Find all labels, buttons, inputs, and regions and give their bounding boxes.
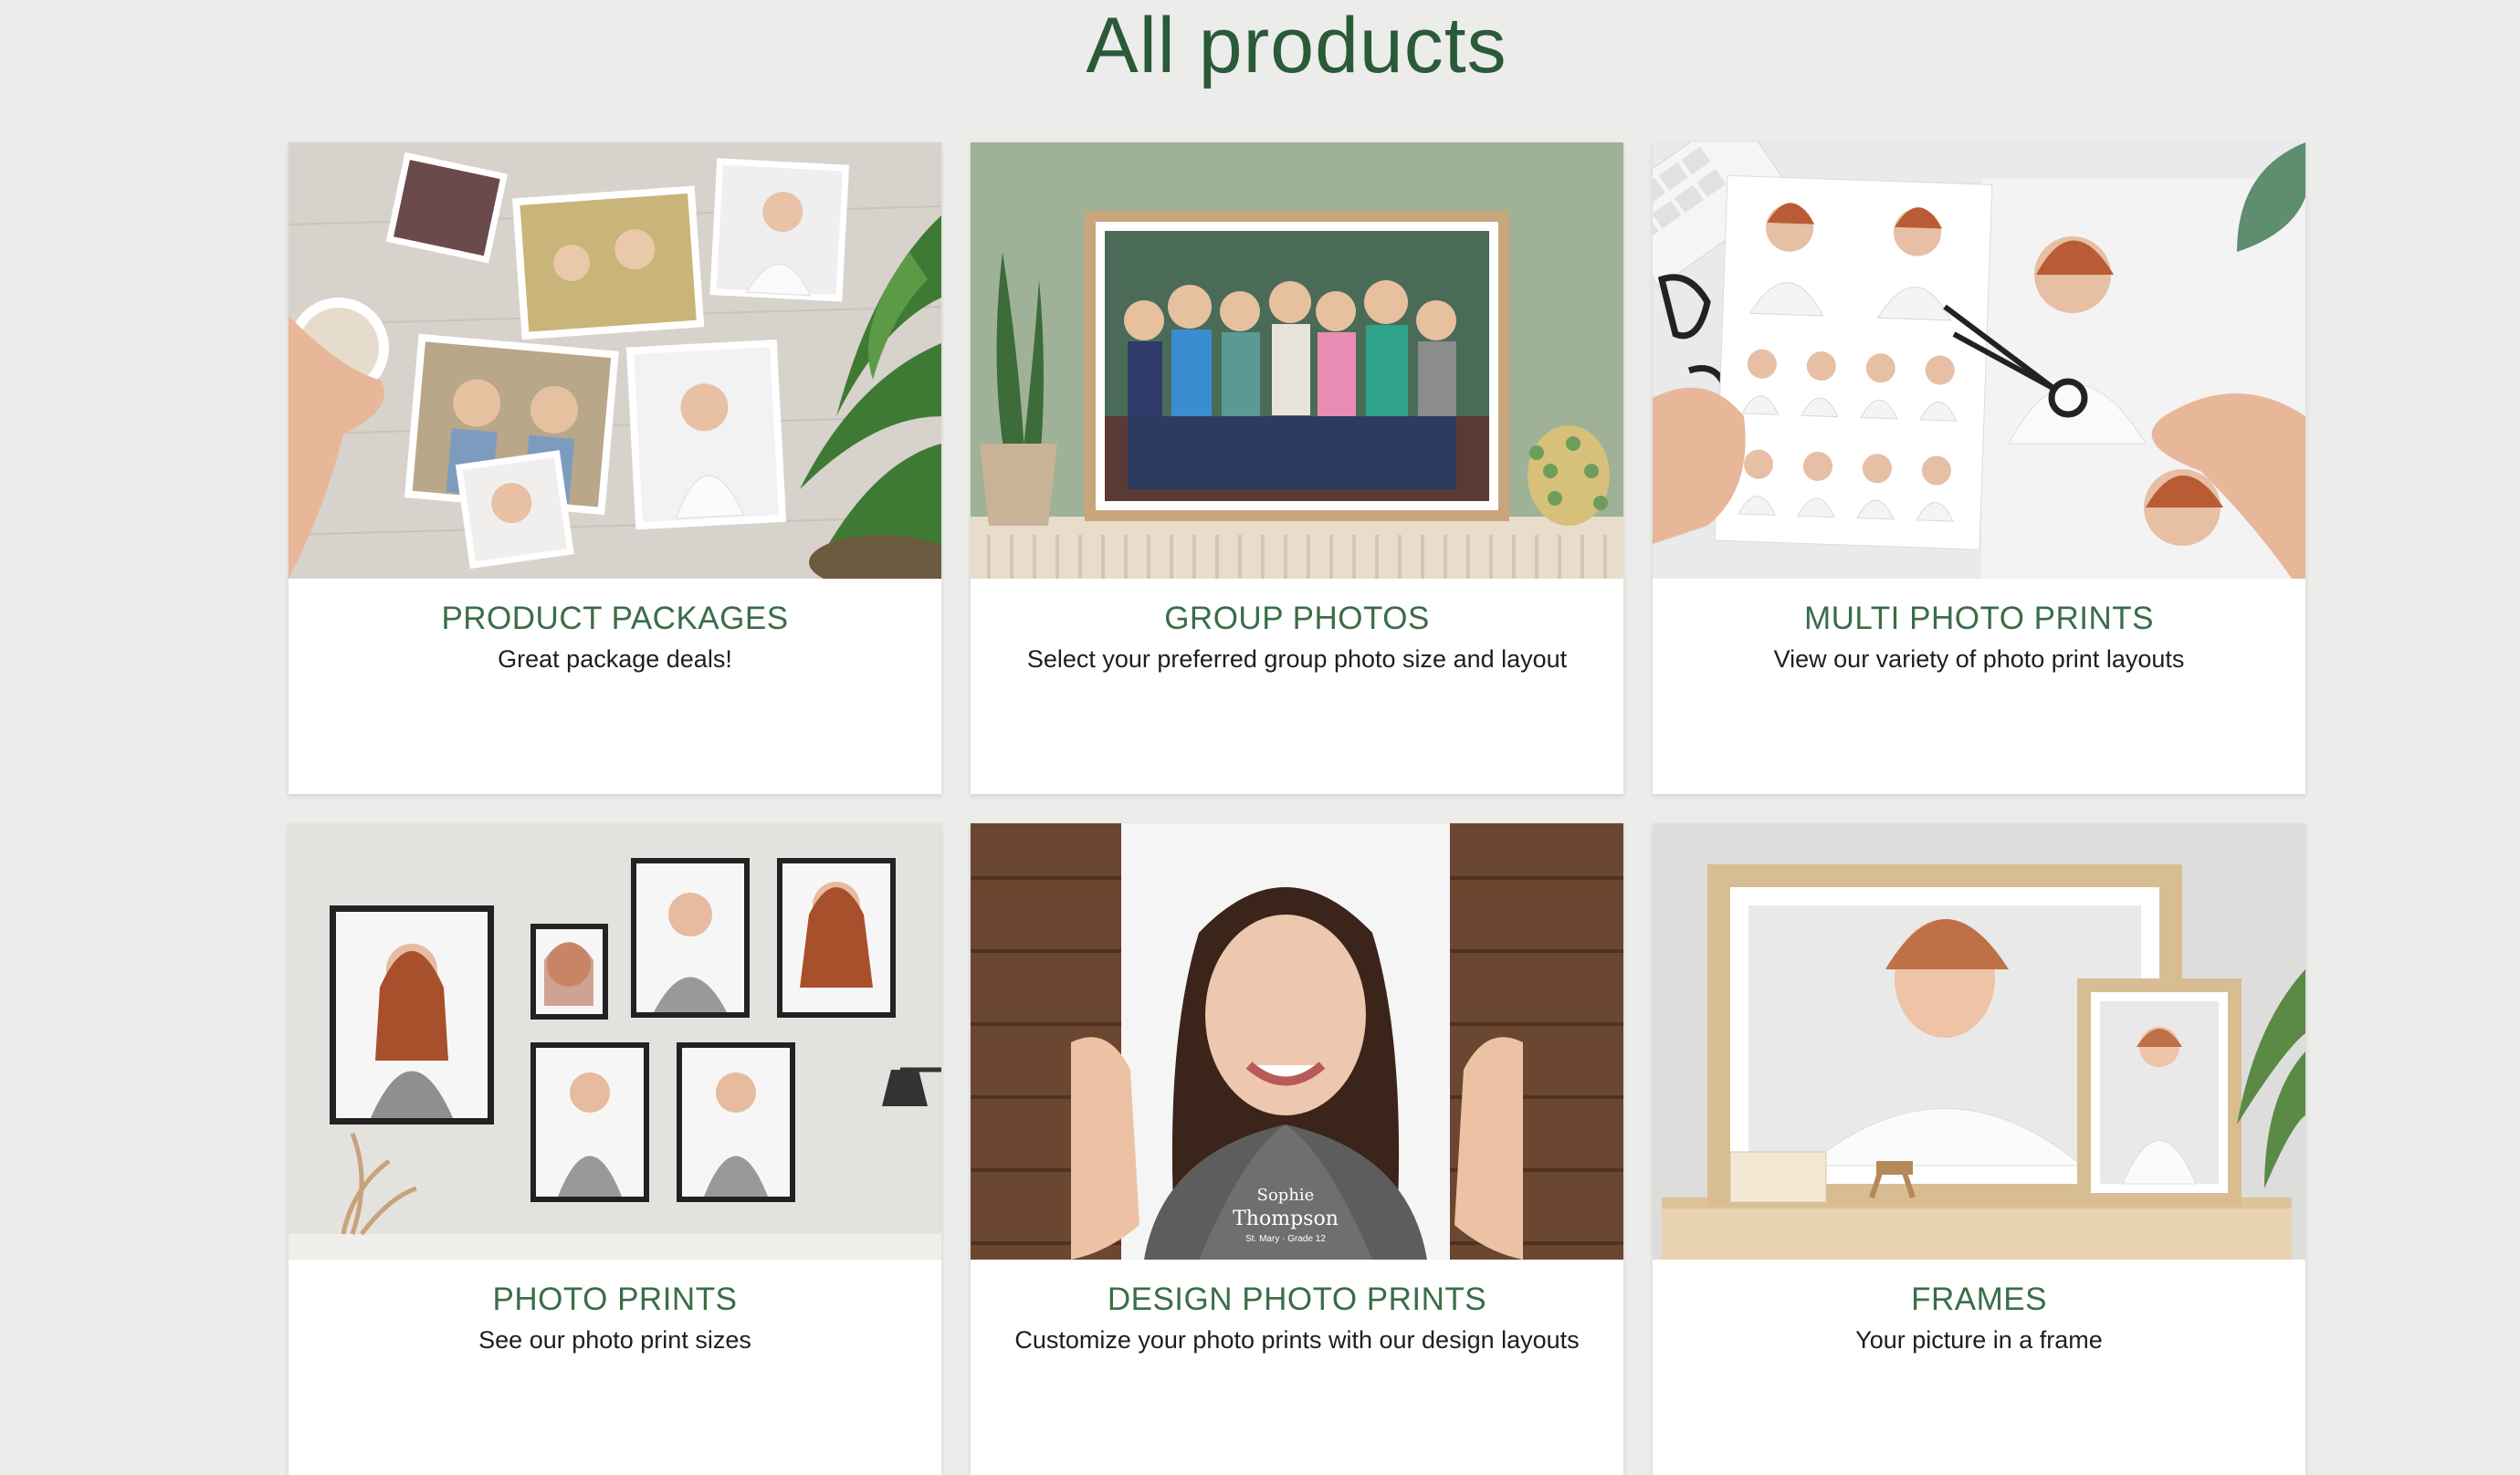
product-packages-image[interactable] <box>289 142 941 579</box>
product-card-frames[interactable]: FRAMES Your picture in a frame <box>1653 823 2305 1475</box>
multi-photo-prints-image[interactable] <box>1653 142 2305 579</box>
design-last-name: Thompson <box>1233 1208 1339 1230</box>
product-card-title[interactable]: MULTI PHOTO PRINTS <box>1653 599 2305 639</box>
product-card-title[interactable]: PRODUCT PACKAGES <box>289 599 941 639</box>
design-subtitle: St. Mary · Grade 12 <box>1245 1234 1326 1244</box>
product-card-description: Your picture in a frame <box>1855 1326 2103 1354</box>
product-card-title[interactable]: GROUP PHOTOS <box>971 599 1623 639</box>
design-photo-prints-image[interactable]: Sophie Thompson St. Mary · Grade 12 <box>971 823 1623 1260</box>
product-card-title[interactable]: DESIGN PHOTO PRINTS <box>971 1280 1623 1320</box>
product-card-description: View our variety of photo print layouts <box>1773 645 2185 673</box>
product-card-description: Customize your photo prints with our des… <box>1014 1326 1580 1354</box>
product-grid: PRODUCT PACKAGES Great package deals! GR… <box>289 142 2305 1475</box>
product-card-title[interactable]: FRAMES <box>1653 1280 2305 1320</box>
product-card-product-packages[interactable]: PRODUCT PACKAGES Great package deals! <box>289 142 941 794</box>
group-photos-image[interactable] <box>971 142 1623 579</box>
product-card-photo-prints[interactable]: PHOTO PRINTS See our photo print sizes <box>289 823 941 1475</box>
design-first-name: Sophie <box>1257 1186 1315 1205</box>
product-card-design-photo-prints[interactable]: Sophie Thompson St. Mary · Grade 12 DESI… <box>971 823 1623 1475</box>
product-card-multi-photo-prints[interactable]: MULTI PHOTO PRINTS View our variety of p… <box>1653 142 2305 794</box>
product-card-title[interactable]: PHOTO PRINTS <box>289 1280 941 1320</box>
page-title: All products <box>1086 2 1507 89</box>
product-card-description: See our photo print sizes <box>478 1326 751 1354</box>
product-card-description: Great package deals! <box>498 645 732 673</box>
frames-image[interactable] <box>1653 823 2305 1260</box>
product-card-description: Select your preferred group photo size a… <box>1026 645 1568 673</box>
product-card-group-photos[interactable]: GROUP PHOTOS Select your preferred group… <box>971 142 1623 794</box>
photo-prints-image[interactable] <box>289 823 941 1260</box>
